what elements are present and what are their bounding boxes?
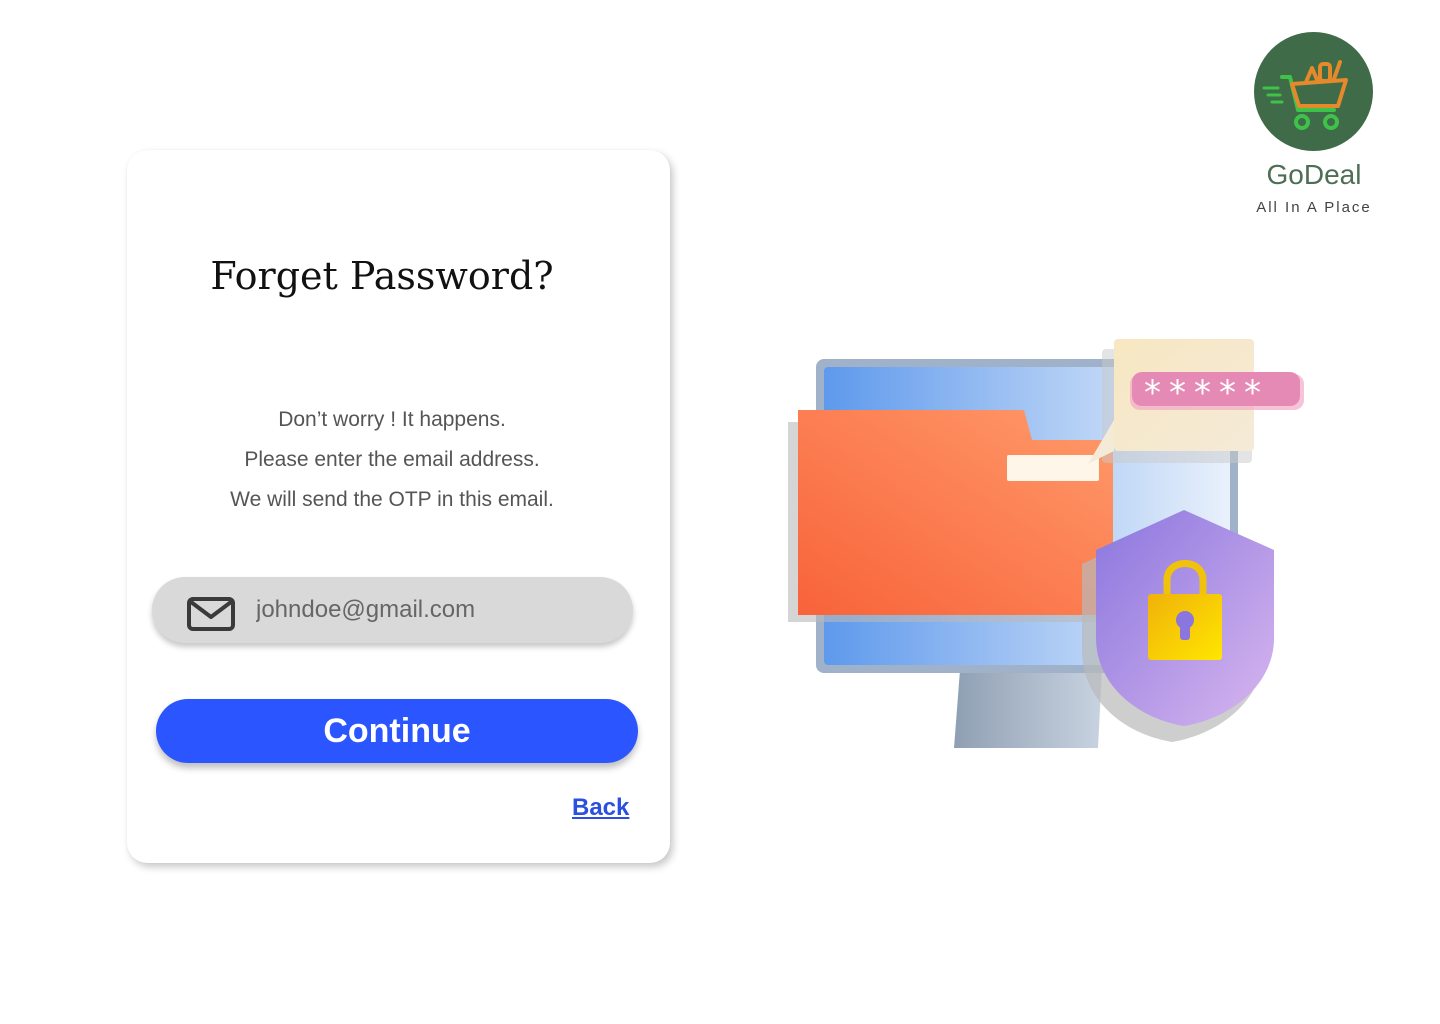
instruction-line-1: Don’t worry ! It happens. <box>278 408 506 431</box>
speech-bubble-icon: ***** <box>1088 339 1304 464</box>
instructions-text: Don’t worry ! It happens. Please enter t… <box>127 400 657 520</box>
security-illustration: ***** <box>788 339 1304 748</box>
brand-logo: GoDeal All In A Place <box>1240 32 1390 222</box>
shield-lock-icon <box>1082 510 1274 742</box>
shopping-cart-icon <box>1262 60 1348 130</box>
email-field[interactable] <box>152 577 633 643</box>
password-mask: ***** <box>1144 373 1269 413</box>
brand-name: GoDeal <box>1266 159 1362 190</box>
instruction-line-3: We will send the OTP in this email. <box>230 488 554 511</box>
brand-tagline: All In A Place <box>1256 199 1372 216</box>
back-link[interactable]: Back <box>572 794 629 822</box>
page-title: Forget Password? <box>210 254 554 298</box>
email-input[interactable] <box>256 590 606 630</box>
logo-badge <box>1254 32 1373 151</box>
continue-button[interactable]: Continue <box>156 699 638 763</box>
forgot-password-card: Forget Password? Don’t worry ! It happen… <box>127 150 670 863</box>
mail-icon <box>187 597 235 631</box>
instruction-line-2: Please enter the email address. <box>244 448 540 471</box>
folder-icon <box>788 410 1113 622</box>
